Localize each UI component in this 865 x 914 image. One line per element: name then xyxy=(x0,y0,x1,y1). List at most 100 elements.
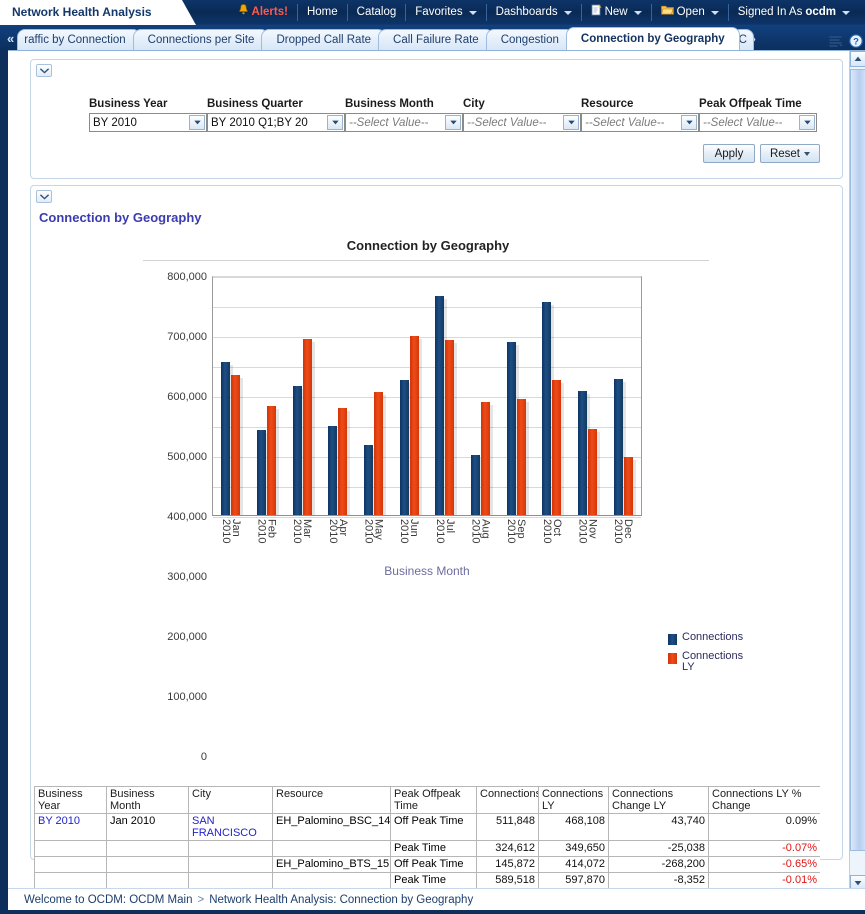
signed-in-as[interactable]: Signed In As ocdm xyxy=(729,4,859,21)
x-axis-tick-label: Dec 2010 xyxy=(613,519,633,543)
chart-bar[interactable] xyxy=(374,392,383,515)
tab-label: raffic by Connection xyxy=(24,34,125,46)
menu-item-favorites[interactable]: Favorites xyxy=(406,4,486,21)
breadcrumb-item-current[interactable]: Network Health Analysis: Connection by G… xyxy=(209,894,473,906)
col-peak-offpeak-time[interactable]: Peak Offpeak Time xyxy=(391,787,477,814)
city-select[interactable]: --Select Value-- xyxy=(463,113,581,132)
table-row[interactable]: Peak Time589,518597,870-8,352-0.01% xyxy=(35,873,821,889)
chart-bar[interactable] xyxy=(624,457,633,515)
legend-item[interactable]: Connections LY xyxy=(668,651,750,673)
scroll-up-button[interactable] xyxy=(850,51,865,67)
svg-text:?: ? xyxy=(853,36,859,47)
tab-congestion[interactable]: Congestion xyxy=(486,29,574,50)
chart-bar[interactable] xyxy=(445,340,454,516)
menu-item-open[interactable]: Open xyxy=(652,4,729,21)
tab-traffic-by-connection[interactable]: raffic by Connection xyxy=(17,29,140,50)
table-row[interactable]: BY 2010Jan 2010SAN FRANCISCOEH_Palomino_… xyxy=(35,814,821,841)
chart-bar-group: Mar 2010 xyxy=(284,277,320,515)
business-quarter-select[interactable]: BY 2010 Q1;BY 20 xyxy=(207,113,345,132)
chevron-down-icon[interactable] xyxy=(799,115,815,130)
col-business-month[interactable]: Business Month xyxy=(107,787,189,814)
dashboard-page: Business Year BY 2010 Business Quarter B… xyxy=(8,50,865,890)
cell-business-month xyxy=(107,873,189,889)
chart-bar[interactable] xyxy=(257,430,266,515)
table-header: Business Year Business Month City Resour… xyxy=(35,787,821,814)
chart-bar[interactable] xyxy=(517,399,526,515)
table-row[interactable]: Peak Time324,612349,650-25,038-0.07% xyxy=(35,841,821,857)
tab-call-failure-rate[interactable]: Call Failure Rate xyxy=(378,29,494,50)
cell-resource: EH_Palomino_BSC_143 xyxy=(273,814,391,841)
alerts-menu-item[interactable]: Alerts! xyxy=(229,4,298,21)
menu-item-new[interactable]: New xyxy=(582,4,652,21)
page-scrollbar[interactable] xyxy=(849,51,865,890)
new-page-icon xyxy=(591,4,602,22)
col-connections[interactable]: Connections xyxy=(477,787,539,814)
chart-bar[interactable] xyxy=(267,406,276,515)
page-options-icon[interactable] xyxy=(829,35,843,48)
cell-resource xyxy=(273,873,391,889)
cell-city: SAN FRANCISCO xyxy=(189,814,273,841)
scrollbar-thumb[interactable] xyxy=(850,69,865,851)
chart-bar[interactable] xyxy=(588,429,597,515)
chart-bar[interactable] xyxy=(293,386,302,515)
application-window: Network Health Analysis Alerts! Home Cat… xyxy=(0,0,865,914)
peak-offpeak-time-select[interactable]: --Select Value-- xyxy=(699,113,817,132)
help-icon[interactable]: ? xyxy=(849,34,863,48)
tab-scroll-left-button[interactable]: « xyxy=(4,31,17,50)
chevron-down-icon[interactable] xyxy=(681,115,697,130)
chevron-down-icon[interactable] xyxy=(327,115,343,130)
chart-bar[interactable] xyxy=(552,380,561,515)
resource-select[interactable]: --Select Value-- xyxy=(581,113,699,132)
x-axis-tick-label: Feb 2010 xyxy=(257,519,277,543)
business-year-select[interactable]: BY 2010 xyxy=(89,113,207,132)
reset-button[interactable]: Reset xyxy=(760,144,820,163)
legend-item[interactable]: Connections xyxy=(668,632,750,645)
chevron-down-icon[interactable] xyxy=(445,115,461,130)
col-business-year[interactable]: Business Year xyxy=(35,787,107,814)
chart-bar-group: Feb 2010 xyxy=(249,277,285,515)
chevron-down-icon[interactable] xyxy=(189,115,205,130)
chart-bar[interactable] xyxy=(410,336,419,515)
menu-item-dashboards[interactable]: Dashboards xyxy=(487,4,582,21)
chart-title: Connection by Geography xyxy=(31,238,825,253)
chart-bar[interactable] xyxy=(328,426,337,515)
col-connections-ly[interactable]: Connections LY xyxy=(539,787,609,814)
cell-connections-change-ly: -25,038 xyxy=(609,841,709,857)
cell-connections-ly-pct-change: -0.07% xyxy=(709,841,821,857)
chart-bar-group: Aug 2010 xyxy=(463,277,499,515)
chart-bar[interactable] xyxy=(364,445,373,515)
business-month-select[interactable]: --Select Value-- xyxy=(345,113,463,132)
chart-bar[interactable] xyxy=(481,402,490,515)
chart-bar[interactable] xyxy=(435,296,444,515)
dashboard-brand-tab[interactable]: Network Health Analysis xyxy=(0,0,182,25)
apply-button[interactable]: Apply xyxy=(703,144,755,163)
chart-bar[interactable] xyxy=(303,339,312,515)
tab-connections-per-site[interactable]: Connections per Site xyxy=(133,29,270,50)
tab-connection-by-geography[interactable]: Connection by Geography xyxy=(566,27,740,50)
menu-item-catalog[interactable]: Catalog xyxy=(348,4,407,21)
col-resource[interactable]: Resource xyxy=(273,787,391,814)
select-value: --Select Value-- xyxy=(467,117,546,129)
chevron-down-icon[interactable] xyxy=(563,115,579,130)
table-row[interactable]: EH_Palomino_BTS_151Off Peak Time145,8724… xyxy=(35,857,821,873)
report-panel-collapse-button[interactable] xyxy=(36,190,52,203)
col-city[interactable]: City xyxy=(189,787,273,814)
col-connections-ly-pct-change[interactable]: Connections LY % Change xyxy=(709,787,821,814)
breadcrumb-item-home[interactable]: Welcome to OCDM: OCDM Main xyxy=(24,894,192,906)
chart-bar[interactable] xyxy=(542,302,551,515)
col-connections-change-ly[interactable]: Connections Change LY xyxy=(609,787,709,814)
chart-bar[interactable] xyxy=(231,375,240,515)
cell-peak-offpeak-time: Peak Time xyxy=(391,873,477,889)
chart-bar[interactable] xyxy=(471,455,480,515)
tab-dropped-call-rate[interactable]: Dropped Call Rate xyxy=(261,29,386,50)
chart-bar[interactable] xyxy=(400,380,409,515)
chart-bar[interactable] xyxy=(614,379,623,515)
alerts-label: Alerts! xyxy=(252,4,288,21)
cell-business-year xyxy=(35,873,107,889)
menu-item-home[interactable]: Home xyxy=(298,4,348,21)
prompt-panel-collapse-button[interactable] xyxy=(36,64,52,77)
chart-bar[interactable] xyxy=(221,362,230,515)
chart-bar[interactable] xyxy=(578,391,587,515)
chart-bar[interactable] xyxy=(338,408,347,515)
chart-bar[interactable] xyxy=(507,342,516,515)
